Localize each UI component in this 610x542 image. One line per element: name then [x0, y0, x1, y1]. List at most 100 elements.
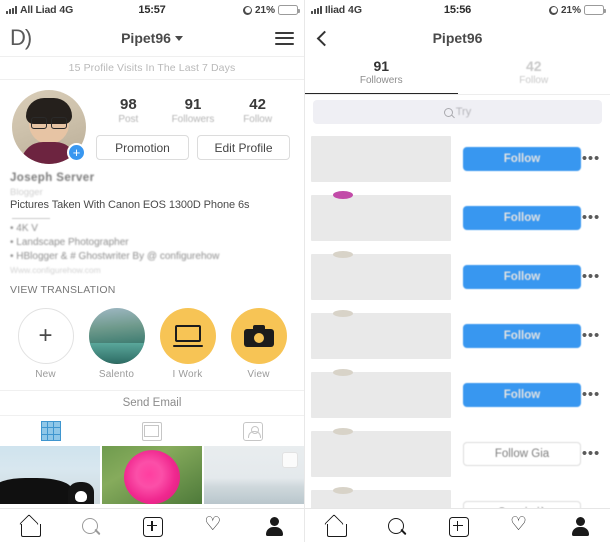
profile-navbar: D) Pipet96 — [0, 20, 304, 56]
profile-screen: All Liad 4G 15:57 21% D) Pipet96 15 Prof… — [0, 0, 305, 542]
grid-photo[interactable] — [203, 446, 304, 504]
bio-website-link[interactable]: Www.configurehow.com — [10, 265, 294, 275]
user-info-redacted — [311, 309, 451, 359]
search-icon[interactable] — [79, 515, 103, 537]
bio-category: Blogger — [10, 187, 43, 198]
profile-visits-banner[interactable]: 15 Profile Visits In The Last 7 Days — [0, 56, 304, 80]
tab-grid[interactable] — [0, 421, 101, 441]
search-input[interactable]: Try — [313, 100, 602, 124]
camera-icon — [230, 308, 287, 364]
grid-photo[interactable] — [0, 446, 101, 504]
stats-row: 98 Post 91 Followers 42 Follow — [94, 90, 292, 127]
heart-icon[interactable]: ♡ — [507, 514, 531, 537]
stat-followers-value: 91 — [184, 96, 202, 113]
battery-percent: 21% — [560, 4, 581, 16]
tab-followers[interactable]: 91 Followers — [305, 56, 458, 94]
add-story-button[interactable]: + — [67, 143, 86, 162]
more-options-icon[interactable]: ••• — [582, 151, 600, 166]
battery-icon — [278, 5, 300, 15]
tab-following-label: Follow — [519, 75, 549, 86]
more-options-icon[interactable]: ••• — [582, 210, 600, 225]
search-icon — [443, 107, 453, 117]
stats-and-actions: 98 Post 91 Followers 42 Follow Promotion… — [86, 90, 292, 164]
add-icon[interactable] — [140, 515, 164, 537]
user-info-redacted — [311, 250, 451, 300]
stat-posts-label: Post — [118, 114, 139, 125]
highlight-label: View — [247, 369, 270, 380]
bio-divider — [12, 218, 50, 219]
list-item[interactable]: Follow Gia ••• — [305, 424, 610, 483]
view-translation-link[interactable]: VIEW TRANSLATION — [10, 284, 294, 296]
battery-icon — [584, 5, 606, 15]
list-item[interactable]: Follow ••• — [305, 188, 610, 247]
bio-section: Joseph Server Blogger Pictures Taken Wit… — [0, 168, 304, 296]
highlight-new[interactable]: + New — [15, 308, 77, 380]
stat-followers-label: Followers — [171, 114, 215, 125]
stat-followers[interactable]: 91 Followers — [166, 96, 220, 125]
avatar[interactable]: + — [12, 90, 86, 164]
username-dropdown[interactable]: Pipet96 — [0, 30, 304, 46]
tab-following[interactable]: 42 Follow — [458, 56, 610, 94]
following-button[interactable]: Follow Gia — [463, 441, 581, 466]
user-info-redacted — [311, 135, 451, 182]
home-icon[interactable] — [18, 515, 42, 537]
follow-button[interactable]: Follow — [463, 264, 581, 289]
user-info-redacted — [311, 427, 451, 477]
followers-navbar: Pipet96 — [305, 20, 610, 56]
more-options-icon[interactable]: ••• — [582, 269, 600, 284]
list-item[interactable]: Follow ••• — [305, 247, 610, 306]
tab-following-count: 42 — [525, 58, 542, 74]
stat-posts[interactable]: 98 Post — [101, 96, 155, 125]
more-options-icon[interactable]: ••• — [582, 446, 600, 461]
highlight-view[interactable]: View — [228, 308, 290, 380]
list-item[interactable]: Follow ••• — [305, 306, 610, 365]
list-item[interactable]: Follow ••• — [305, 365, 610, 424]
grid-icon — [40, 421, 61, 441]
user-info-redacted — [311, 190, 451, 241]
status-bar-right: Iliad 4G 15:56 21% — [305, 0, 610, 20]
edit-profile-button[interactable]: Edit Profile — [197, 135, 290, 160]
add-icon[interactable] — [446, 515, 470, 537]
tagged-icon — [243, 421, 264, 441]
content-tabstrip — [0, 416, 304, 446]
list-item[interactable]: Follow ••• — [305, 129, 610, 188]
hamburger-icon[interactable] — [275, 31, 294, 45]
highlight-i-work[interactable]: I Work — [157, 308, 219, 380]
home-icon[interactable] — [324, 515, 348, 537]
tab-list[interactable] — [101, 421, 202, 441]
bio-item: • Landscape Photographer — [10, 237, 129, 248]
profile-action-buttons: Promotion Edit Profile — [94, 127, 292, 160]
bio-headline: Pictures Taken With Canon EOS 1300D Phon… — [10, 199, 250, 211]
more-options-icon[interactable]: ••• — [582, 328, 600, 343]
promotion-button[interactable]: Promotion — [96, 135, 189, 160]
follow-button[interactable]: Follow — [463, 146, 581, 171]
profile-icon[interactable] — [568, 515, 592, 537]
follow-button[interactable]: Follow — [463, 382, 581, 407]
user-info-redacted — [311, 368, 451, 418]
bottom-nav-left: ♡ — [0, 508, 304, 542]
profile-icon[interactable] — [262, 515, 286, 537]
highlight-salento[interactable]: Salento — [86, 308, 148, 380]
send-email-button[interactable]: Send Email — [0, 390, 304, 416]
tab-tagged[interactable] — [203, 421, 304, 441]
story-highlights-row: + New Salento I Work View — [0, 296, 304, 384]
tab-divider — [305, 94, 610, 95]
heart-icon[interactable]: ♡ — [201, 514, 225, 537]
bio-item: • 4K V — [10, 223, 38, 234]
stat-following[interactable]: 42 Follow — [231, 96, 285, 125]
list-icon — [141, 421, 162, 441]
follow-button[interactable]: Follow — [463, 323, 581, 348]
search-icon[interactable] — [385, 515, 409, 537]
chevron-down-icon — [174, 35, 183, 41]
more-options-icon[interactable]: ••• — [582, 387, 600, 402]
bio-item: • HBlogger & # Ghostwriter By @ configur… — [10, 251, 220, 262]
photo-grid — [0, 446, 304, 504]
stat-posts-value: 98 — [119, 96, 137, 113]
followers-title: Pipet96 — [432, 30, 483, 46]
follow-button[interactable]: Follow — [463, 205, 581, 230]
laptop-icon — [159, 308, 216, 364]
grid-photo[interactable] — [101, 446, 203, 504]
status-right-group: 21% — [548, 4, 606, 16]
followers-screen: Iliad 4G 15:56 21% Pipet96 91 Followers … — [305, 0, 610, 542]
dual-screenshot-container: All Liad 4G 15:57 21% D) Pipet96 15 Prof… — [0, 0, 610, 542]
